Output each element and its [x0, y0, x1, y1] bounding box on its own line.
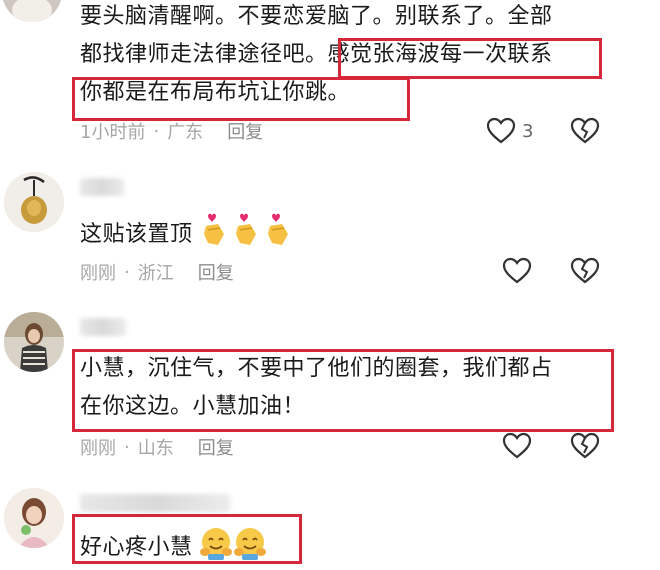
highlight-box	[72, 77, 410, 121]
broken-heart-icon	[570, 432, 600, 459]
like-button[interactable]	[502, 257, 532, 285]
like-count: 3	[522, 120, 534, 142]
comment-time: 刚刚	[80, 438, 116, 459]
avatar-image	[4, 312, 64, 372]
highlight-box	[72, 349, 614, 432]
comment-location: 广东	[167, 122, 204, 143]
comment-meta: 刚刚 · 浙江 回复	[80, 259, 234, 285]
comment-meta: 1小时前 · 广东 回复	[80, 118, 263, 144]
broken-heart-icon	[570, 257, 600, 284]
heart-icon	[502, 257, 532, 284]
avatar-image	[4, 172, 64, 232]
avatar[interactable]	[4, 172, 64, 232]
username[interactable]	[80, 318, 126, 336]
comment-text: 要头脑清醒啊。不要恋爱脑了。别联系了。全部	[80, 4, 553, 29]
highlight-box	[72, 514, 302, 564]
emoji-hand-heart	[200, 212, 296, 258]
comment-time: 1小时前	[80, 122, 146, 143]
dislike-button[interactable]	[570, 257, 600, 285]
username[interactable]	[80, 178, 124, 196]
broken-heart-icon	[570, 117, 600, 144]
comment-meta: 刚刚 · 山东 回复	[80, 434, 234, 460]
avatar[interactable]	[4, 312, 64, 372]
reply-button[interactable]: 回复	[198, 434, 234, 460]
heart-icon	[486, 117, 516, 144]
reply-button[interactable]: 回复	[198, 259, 234, 285]
comment-location: 山东	[137, 438, 174, 459]
heart-icon	[502, 432, 532, 459]
comment-time: 刚刚	[80, 263, 116, 284]
username[interactable]	[80, 494, 230, 512]
avatar-image	[2, 0, 62, 22]
like-button[interactable]	[502, 432, 532, 460]
avatar[interactable]	[4, 488, 64, 548]
dislike-button[interactable]	[570, 117, 600, 145]
avatar[interactable]	[2, 0, 62, 22]
dislike-button[interactable]	[570, 432, 600, 460]
reply-button[interactable]: 回复	[227, 118, 263, 144]
avatar-image	[4, 488, 64, 548]
comment-text: 这贴该置顶	[80, 212, 296, 258]
highlight-box	[338, 38, 602, 79]
comment-location: 浙江	[137, 263, 174, 284]
like-button[interactable]: 3	[486, 117, 533, 145]
